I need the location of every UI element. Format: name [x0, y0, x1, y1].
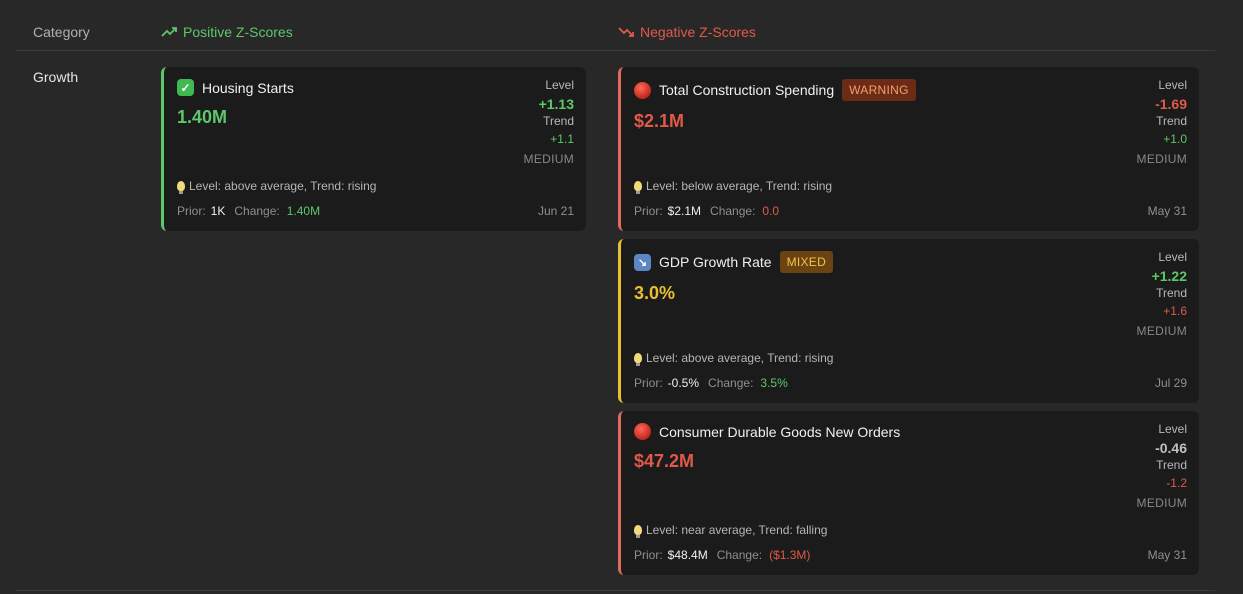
indicator-value: $47.2M: [634, 451, 695, 471]
indicator-card-consumer-durable-goods[interactable]: Consumer Durable Goods New Orders $47.2M…: [618, 411, 1199, 575]
lightbulb-icon: [177, 181, 185, 194]
level-zscore: +1.13: [538, 96, 574, 112]
card-footer: Prior: 1K Change: 1.40M Jun 21: [177, 204, 574, 218]
indicator-card-total-construction-spending[interactable]: Total Construction Spending WARNING $2.1…: [618, 67, 1199, 231]
date-label: Jul 29: [1154, 376, 1187, 390]
insight-text: Level: near average, Trend: falling: [634, 523, 827, 538]
prior-value: $2.1M: [667, 204, 702, 218]
zscore-stats: Level +1.22 Trend +1.6 MEDIUM: [1137, 251, 1187, 337]
trend-label: Trend: [543, 114, 574, 128]
change-value: ($1.3M): [769, 548, 811, 562]
level-zscore: +1.22: [1151, 268, 1187, 284]
indicator-title: Total Construction Spending: [659, 82, 835, 98]
indicator-title: Consumer Durable Goods New Orders: [659, 423, 901, 440]
lightbulb-icon: [634, 525, 642, 538]
trending-down-icon: [618, 27, 634, 37]
positive-zscores-column-header: Positive Z-Scores: [161, 24, 293, 40]
level-zscore: -0.46: [1155, 440, 1187, 456]
trend-zscore: +1.1: [550, 132, 574, 146]
date-label: Jun 21: [537, 204, 574, 218]
level-label: Level: [1158, 422, 1187, 436]
trend-zscore: -1.2: [1166, 476, 1187, 490]
prior-value: -0.5%: [667, 376, 700, 390]
card-footer: Prior: -0.5% Change: 3.5% Jul 29: [634, 376, 1187, 390]
warning-badge: WARNING: [842, 79, 916, 101]
indicator-title: Housing Starts: [202, 79, 294, 96]
arrow-down-right-icon: ↘: [634, 253, 651, 271]
insight-text: Level: below average, Trend: rising: [634, 179, 832, 194]
trend-label: Trend: [1156, 458, 1187, 472]
indicator-card-gdp-growth-rate[interactable]: ↘ GDP Growth Rate MIXED 3.0% Level +1.22…: [618, 239, 1199, 403]
zscore-stats: Level +1.13 Trend +1.1 MEDIUM: [524, 79, 574, 165]
trend-zscore: +1.0: [1163, 132, 1187, 146]
category-label: Growth: [33, 69, 79, 85]
insight-text: Level: above average, Trend: rising: [634, 351, 833, 366]
indicator-value: $2.1M: [634, 111, 685, 131]
level-label: Level: [1158, 250, 1187, 264]
change-value: 3.5%: [760, 376, 788, 390]
check-mark-icon: ✓: [177, 79, 194, 96]
indicator-card-housing-starts[interactable]: ✓ Housing Starts 1.40M Level +1.13 Trend…: [161, 67, 586, 231]
mixed-badge: MIXED: [779, 251, 834, 273]
change-value: 1.40M: [286, 204, 321, 218]
indicator-title: GDP Growth Rate: [659, 254, 772, 270]
category-column-header: Category: [33, 24, 90, 40]
change-value: 0.0: [762, 204, 780, 218]
confidence-label: MEDIUM: [1136, 496, 1187, 510]
negative-zscores-column-header: Negative Z-Scores: [618, 24, 756, 40]
row-divider: [16, 590, 1215, 591]
confidence-label: MEDIUM: [1136, 152, 1187, 166]
confidence-label: MEDIUM: [1136, 324, 1187, 338]
zscore-stats: Level -0.46 Trend -1.2 MEDIUM: [1137, 423, 1187, 509]
confidence-label: MEDIUM: [523, 152, 574, 166]
trend-zscore: +1.6: [1163, 304, 1187, 318]
lightbulb-icon: [634, 181, 642, 194]
red-circle-icon: [634, 423, 651, 440]
insight-text: Level: above average, Trend: rising: [177, 179, 376, 194]
indicator-value: 1.40M: [177, 107, 228, 127]
red-circle-icon: [634, 81, 651, 99]
card-footer: Prior: $2.1M Change: 0.0 May 31: [634, 204, 1187, 218]
trend-label: Trend: [1156, 286, 1187, 300]
trending-up-icon: [161, 27, 177, 37]
prior-value: $48.4M: [667, 548, 708, 562]
date-label: May 31: [1147, 204, 1187, 218]
level-label: Level: [545, 78, 574, 92]
lightbulb-icon: [634, 353, 642, 366]
level-zscore: -1.69: [1155, 96, 1187, 112]
prior-value: 1K: [210, 204, 226, 218]
zscore-stats: Level -1.69 Trend +1.0 MEDIUM: [1137, 79, 1187, 165]
card-footer: Prior: $48.4M Change: ($1.3M) May 31: [634, 548, 1187, 562]
indicator-value: 3.0%: [634, 283, 676, 303]
table-header: Category Positive Z-Scores Negative Z-Sc…: [16, 0, 1215, 51]
trend-label: Trend: [1156, 114, 1187, 128]
level-label: Level: [1158, 78, 1187, 92]
date-label: May 31: [1147, 548, 1187, 562]
